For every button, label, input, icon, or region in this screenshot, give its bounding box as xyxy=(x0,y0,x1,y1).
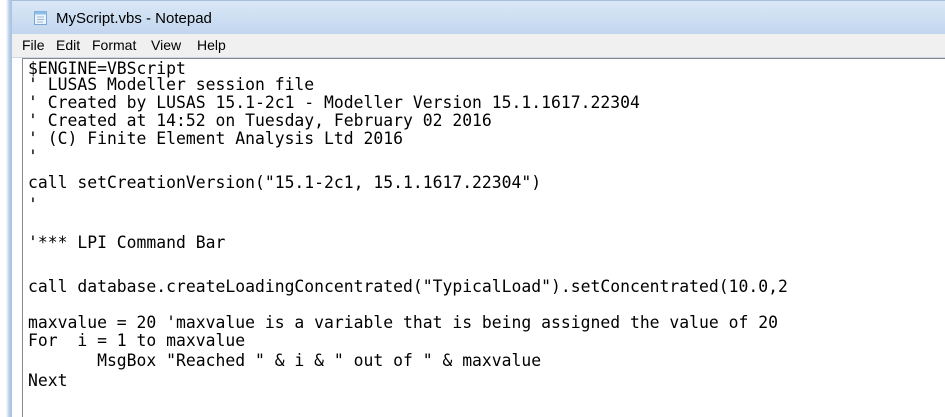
menu-bar: File Edit Format View Help xyxy=(12,34,945,58)
editor-line: ' LUSAS Modeller session file xyxy=(28,75,315,94)
title-bar[interactable]: MyScript.vbs - Notepad xyxy=(12,0,945,34)
window-title: MyScript.vbs - Notepad xyxy=(56,10,212,27)
menu-file[interactable]: File xyxy=(22,37,45,53)
editor-line: call setCreationVersion("15.1-2c1, 15.1.… xyxy=(28,173,542,192)
menu-format[interactable]: Format xyxy=(92,37,136,53)
editor-line: ' (C) Finite Element Analysis Ltd 2016 xyxy=(28,129,403,148)
editor-line: ' Created by LUSAS 15.1-2c1 - Modeller V… xyxy=(28,93,640,112)
menu-view[interactable]: View xyxy=(151,37,181,53)
menu-help[interactable]: Help xyxy=(197,37,226,53)
editor-line: Next xyxy=(28,371,68,390)
window-frame-left[interactable] xyxy=(0,0,12,417)
text-editor[interactable]: $ENGINE=VBScript ' LUSAS Modeller sessio… xyxy=(22,58,945,417)
editor-line: For i = 1 to maxvalue xyxy=(28,331,246,350)
menu-edit[interactable]: Edit xyxy=(56,37,80,53)
notepad-window: MyScript.vbs - Notepad File Edit Format … xyxy=(0,0,945,417)
editor-line: ' xyxy=(28,195,38,214)
editor-line: ' Created at 14:52 on Tuesday, February … xyxy=(28,111,492,130)
editor-line: '*** LPI Command Bar xyxy=(28,233,226,252)
editor-line: call database.createLoadingConcentrated(… xyxy=(28,277,788,296)
editor-line: MsgBox "Reached " & i & " out of " & max… xyxy=(28,351,542,370)
notepad-icon[interactable] xyxy=(33,10,48,25)
editor-line: maxvalue = 20 'maxvalue is a variable th… xyxy=(28,313,778,332)
editor-line: ' xyxy=(28,147,38,166)
